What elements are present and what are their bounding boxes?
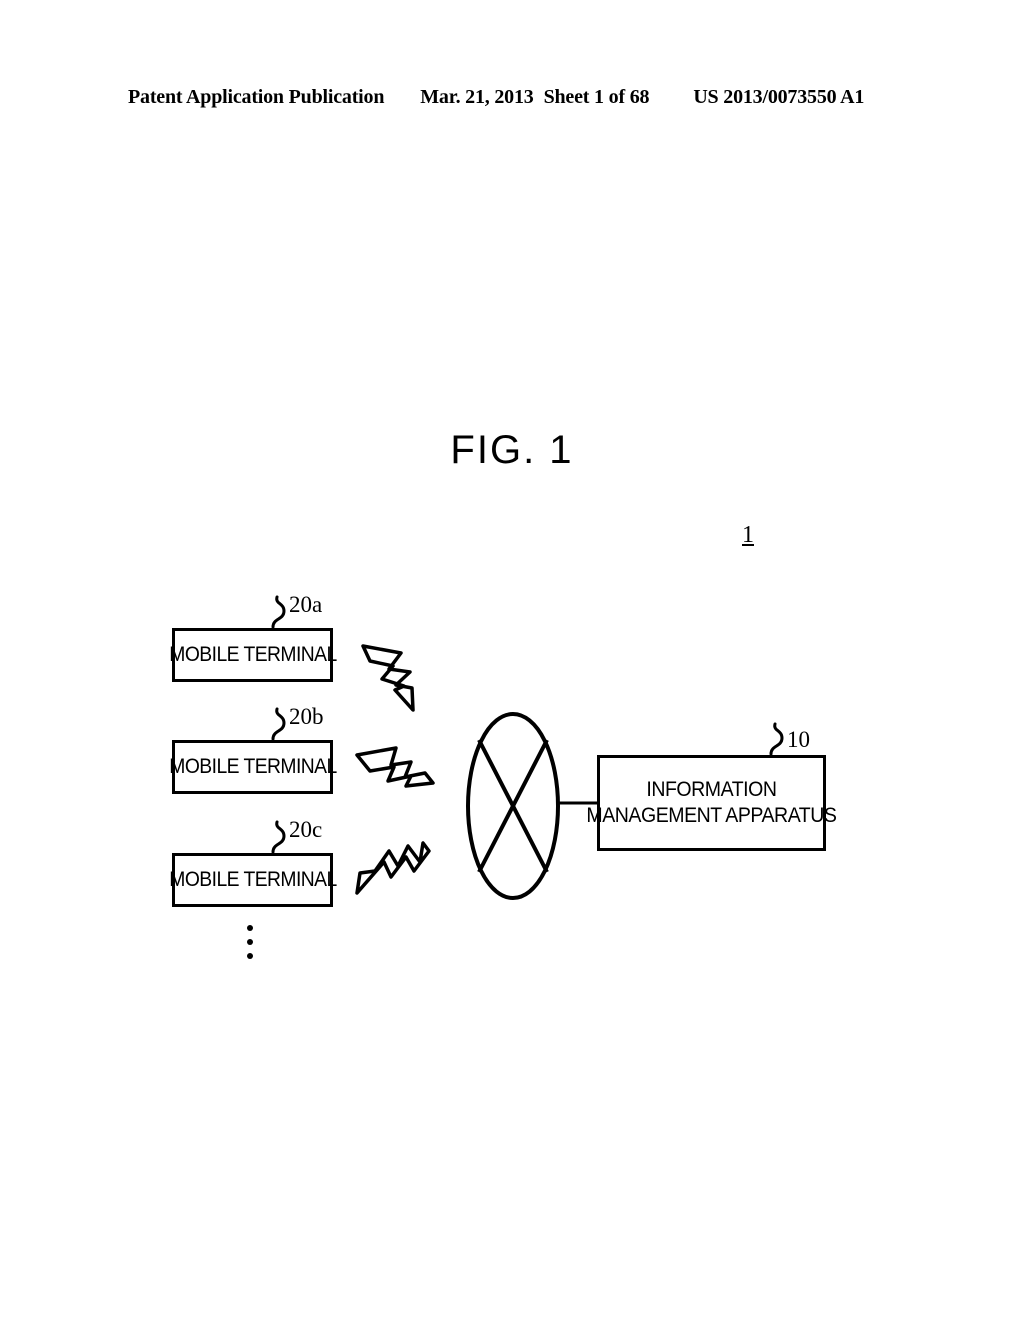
reference-numeral-20c: 20c [289,817,323,842]
mobile-terminal-20a-label: MOBILE TERMINAL [168,643,337,666]
wireless-link-20c-bolt-icon [355,841,431,895]
reference-numeral-20b: 20b [289,704,324,729]
mobile-terminal-20a-box: MOBILE TERMINAL [168,628,337,682]
apparatus-label-line-1: INFORMATION [646,778,777,802]
continuation-ellipsis-icon [247,925,257,971]
mobile-terminal-20b-label: MOBILE TERMINAL [168,755,337,778]
diagram-vector-overlay [271,595,784,900]
mobile-terminal-20c-box: MOBILE TERMINAL [168,853,337,907]
wireless-link-20b-bolt-icon [355,746,435,788]
leader-line-20a-icon [271,595,286,629]
reference-numeral-10: 10 [787,727,810,752]
apparatus-label-line-2: MANAGEMENT APPARATUS [586,804,837,827]
figure-1-diagram: MOBILE TERMINAL MOBILE TERMINAL MOBILE T… [0,0,1024,1320]
mobile-terminal-20b-box: MOBILE TERMINAL [168,740,337,794]
mobile-terminal-20c-label: MOBILE TERMINAL [168,868,337,891]
reference-numeral-20a: 20a [289,592,323,617]
leader-line-10-icon [769,722,784,756]
leader-line-20c-icon [271,820,286,854]
information-management-apparatus-box: INFORMATION MANAGEMENT APPARATUS [586,755,837,851]
leader-line-20b-icon [271,707,286,741]
wireless-link-20a-bolt-icon [361,644,415,712]
network-cloud-icon [466,712,560,900]
information-management-apparatus-label: INFORMATION MANAGEMENT APPARATUS [586,777,837,828]
